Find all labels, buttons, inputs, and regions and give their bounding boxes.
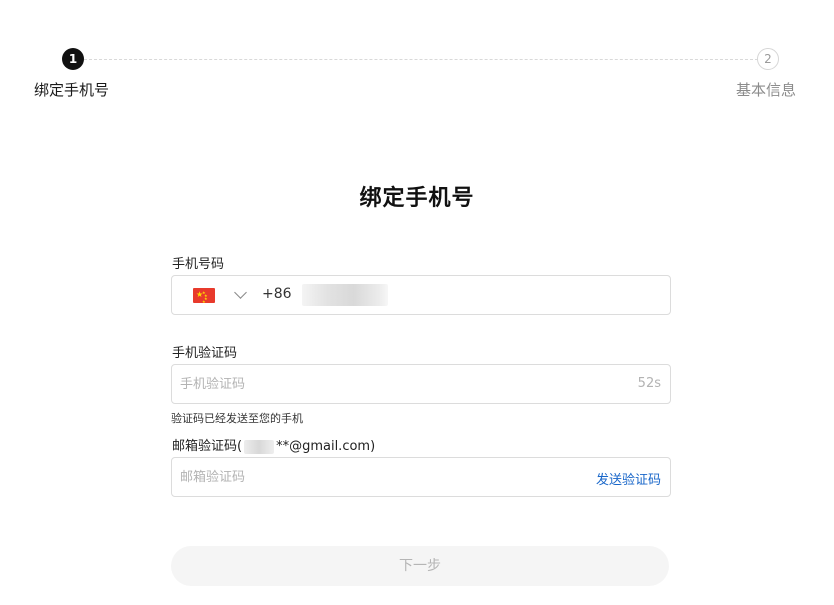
phone-number-value-masked[interactable] [302,284,388,306]
sms-code-label: 手机验证码 [172,346,238,361]
step-1-indicator: 1 [62,48,84,70]
email-code-label: 邮箱验证码( **@gmail.com) [172,435,375,454]
step-progress-line [84,59,758,60]
sms-code-input[interactable] [180,365,600,403]
page-title: 绑定手机号 [359,186,475,211]
resend-countdown: 52s [637,376,661,391]
email-code-input[interactable] [180,458,600,496]
email-label-prefix: 邮箱验证码( [172,439,243,454]
email-code-input-group: 发送验证码 [171,457,671,497]
sms-code-input-group: 52s [171,364,671,404]
chevron-down-icon[interactable] [234,286,247,299]
china-flag-icon[interactable]: ★ ★ ★ ★ ★ [193,288,215,303]
phone-input-group: ★ ★ ★ ★ ★ +86 [171,275,671,315]
phone-label: 手机号码 [172,257,225,272]
send-email-code-button[interactable]: 发送验证码 [596,469,661,488]
sms-sent-hint: 验证码已经发送至您的手机 [171,412,303,425]
email-masked-part [244,439,275,454]
next-step-button[interactable]: 下一步 [171,546,669,586]
step-1-label: 绑定手机号 [34,81,110,99]
dial-code[interactable]: +86 [262,286,292,302]
step-2-label: 基本信息 [736,81,797,99]
email-label-suffix: **@gmail.com) [276,439,376,454]
step-2-indicator: 2 [757,48,779,70]
